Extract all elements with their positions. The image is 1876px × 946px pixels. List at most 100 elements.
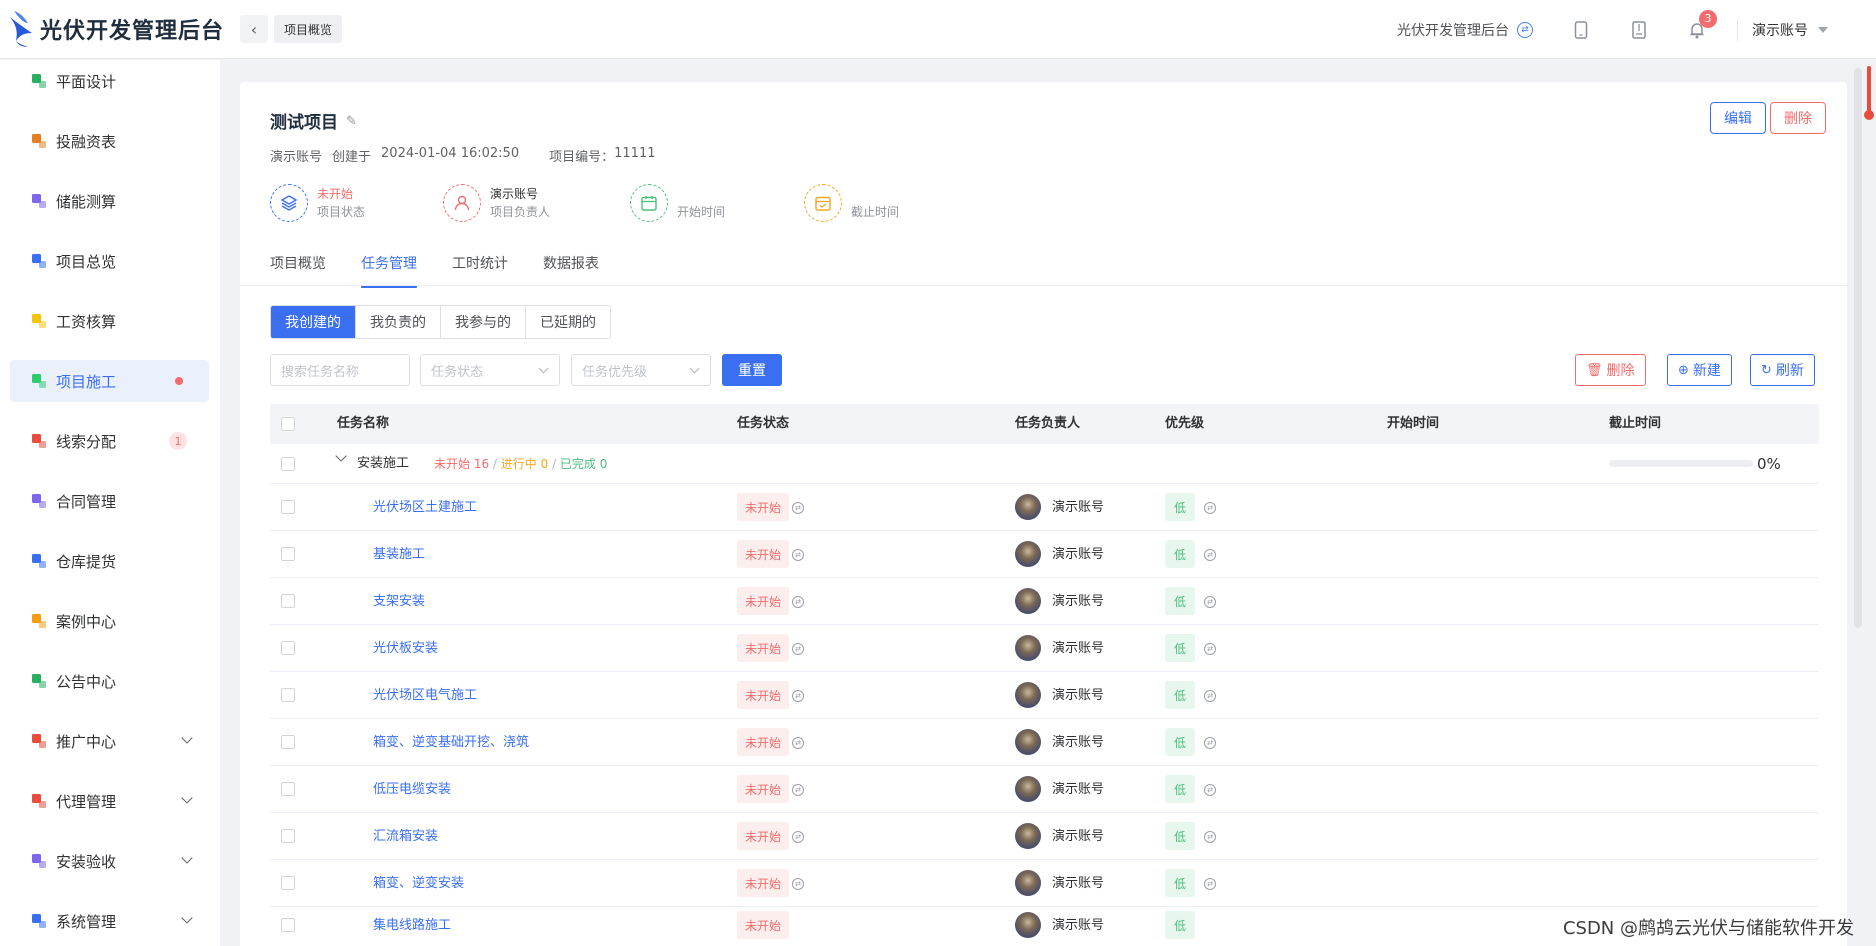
swap-icon[interactable]: ⇄ <box>792 737 804 749</box>
priority-select[interactable]: 任务优先级 <box>571 354 711 386</box>
swap-icon[interactable]: ⇄ <box>792 549 804 561</box>
tab-task-management[interactable]: 任务管理 <box>361 244 417 288</box>
row-checkbox[interactable] <box>281 782 295 796</box>
back-button[interactable]: ‹ <box>240 15 268 43</box>
row-checkbox[interactable] <box>281 547 295 561</box>
meta-created-label: 创建于 <box>332 150 372 165</box>
tab-work-hours[interactable]: 工时统计 <box>452 244 508 284</box>
layout-icon <box>30 72 48 90</box>
swap-icon[interactable]: ⇄ <box>1204 784 1216 796</box>
thermometer-icon <box>1864 66 1874 120</box>
task-name-link[interactable]: 光伏场区土建施工 <box>373 484 477 531</box>
mobile-icon[interactable] <box>1571 20 1591 40</box>
sidebar-item-12[interactable]: 代理管理 <box>10 780 209 822</box>
sidebar-item-1[interactable]: 投融资表 <box>10 120 209 162</box>
system-switcher[interactable]: 光伏开发管理后台 ⇄ <box>1397 20 1533 40</box>
avatar <box>1015 682 1041 708</box>
document-icon[interactable] <box>1629 20 1649 40</box>
row-checkbox[interactable] <box>281 829 295 843</box>
task-name-link[interactable]: 低压电缆安装 <box>373 766 451 813</box>
row-checkbox[interactable] <box>281 688 295 702</box>
sidebar-item-9[interactable]: 案例中心 <box>10 600 209 642</box>
swap-icon[interactable]: ⇄ <box>792 502 804 514</box>
sidebar-item-6[interactable]: 线索分配 1 <box>10 420 209 462</box>
segment-assigned-to-me[interactable]: 我负责的 <box>356 306 441 338</box>
table-header: 任务名称 任务状态 任务负责人 优先级 开始时间 截止时间 <box>270 404 1819 444</box>
sidebar-item-label: 工资核算 <box>56 312 117 331</box>
task-name-link[interactable]: 汇流箱安装 <box>373 813 438 860</box>
sidebar-item-13[interactable]: 安装验收 <box>10 840 209 882</box>
row-checkbox[interactable] <box>281 918 295 932</box>
refresh-button[interactable]: ↻ 刷新 <box>1750 354 1815 386</box>
avatar <box>1015 494 1041 520</box>
tab-overview[interactable]: 项目概览 <box>270 244 326 284</box>
swap-icon[interactable]: ⇄ <box>792 643 804 655</box>
info-end-time: 截止时间 <box>804 184 899 222</box>
page-scrollbar[interactable] <box>1854 68 1862 628</box>
row-checkbox[interactable] <box>281 500 295 514</box>
swap-icon[interactable]: ⇄ <box>1204 831 1216 843</box>
avatar <box>1015 823 1041 849</box>
sidebar-item-5[interactable]: 项目施工 <box>10 360 209 402</box>
swap-icon[interactable]: ⇄ <box>792 878 804 890</box>
pencil-icon[interactable]: ✎ <box>346 114 360 129</box>
user-menu[interactable]: 演示账号 <box>1752 20 1828 40</box>
sidebar-item-label: 投融资表 <box>56 132 117 151</box>
search-input[interactable]: 搜索任务名称 <box>270 354 410 386</box>
task-name-link[interactable]: 光伏板安装 <box>373 625 438 672</box>
status-select[interactable]: 任务状态 <box>420 354 560 386</box>
sidebar-item-3[interactable]: 项目总览 <box>10 240 209 282</box>
segment-overdue[interactable]: 已延期的 <box>526 306 610 338</box>
reset-button[interactable]: 重置 <box>722 354 782 386</box>
chevron-down-icon <box>181 852 193 864</box>
sidebar-item-4[interactable]: 工资核算 <box>10 300 209 342</box>
tab-data-report[interactable]: 数据报表 <box>543 244 599 284</box>
delete-project-button[interactable]: 删除 <box>1770 102 1826 134</box>
sidebar-item-0[interactable]: 平面设计 <box>10 60 209 102</box>
avatar <box>1015 729 1041 755</box>
bell-icon[interactable]: 3 <box>1687 9 1717 40</box>
segment-participating[interactable]: 我参与的 <box>441 306 526 338</box>
swap-icon[interactable]: ⇄ <box>792 690 804 702</box>
avatar <box>1015 541 1041 567</box>
edit-button[interactable]: 编辑 <box>1710 102 1766 134</box>
calendar-check-icon <box>804 184 842 222</box>
sidebar-item-8[interactable]: 仓库提货 <box>10 540 209 582</box>
swap-icon[interactable]: ⇄ <box>1204 737 1216 749</box>
count-badge: 1 <box>169 432 187 450</box>
row-checkbox[interactable] <box>281 876 295 890</box>
sidebar-item-2[interactable]: 储能测算 <box>10 180 209 222</box>
sidebar-item-10[interactable]: 公告中心 <box>10 660 209 702</box>
sidebar-item-14[interactable]: 系统管理 <box>10 900 209 942</box>
chevron-down-icon[interactable] <box>335 450 347 462</box>
task-name-link[interactable]: 箱变、逆变基础开挖、浇筑 <box>373 719 529 766</box>
task-name-link[interactable]: 基装施工 <box>373 531 425 578</box>
swap-icon[interactable]: ⇄ <box>1204 502 1216 514</box>
app-logo[interactable]: 光伏开发管理后台 <box>0 7 240 51</box>
swap-icon[interactable]: ⇄ <box>1204 643 1216 655</box>
task-name-link[interactable]: 支架安装 <box>373 578 425 625</box>
group-progress-text: 0% <box>1757 455 1781 473</box>
delete-tasks-button[interactable]: 🗑 删除 <box>1575 354 1646 386</box>
swap-icon[interactable]: ⇄ <box>1204 596 1216 608</box>
swap-icon[interactable]: ⇄ <box>1204 690 1216 702</box>
sidebar-item-11[interactable]: 推广中心 <box>10 720 209 762</box>
row-checkbox[interactable] <box>281 594 295 608</box>
end-time-label: 截止时间 <box>851 205 900 219</box>
row-checkbox[interactable] <box>281 735 295 749</box>
task-name-link[interactable]: 光伏场区电气施工 <box>373 672 477 719</box>
task-name-link[interactable]: 箱变、逆变安装 <box>373 860 464 907</box>
sidebar-item-7[interactable]: 合同管理 <box>10 480 209 522</box>
swap-icon[interactable]: ⇄ <box>792 784 804 796</box>
swap-icon[interactable]: ⇄ <box>1204 549 1216 561</box>
select-all-checkbox[interactable] <box>281 417 295 431</box>
swap-icon[interactable]: ⇄ <box>792 831 804 843</box>
swap-icon[interactable]: ⇄ <box>1204 878 1216 890</box>
row-checkbox[interactable] <box>281 641 295 655</box>
swap-icon[interactable]: ⇄ <box>792 596 804 608</box>
new-task-button[interactable]: ⊕ 新建 <box>1667 354 1732 386</box>
group-checkbox[interactable] <box>281 457 295 471</box>
segment-created-by-me[interactable]: 我创建的 <box>271 306 356 338</box>
breadcrumb-tag[interactable]: 项目概览 <box>274 15 343 43</box>
task-name-link[interactable]: 集电线路施工 <box>373 902 451 946</box>
